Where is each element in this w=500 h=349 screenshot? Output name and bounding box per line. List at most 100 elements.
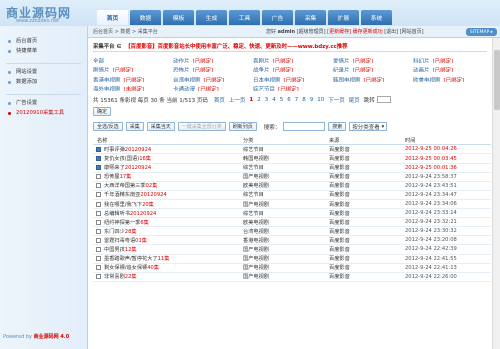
row-checkbox[interactable] [96,256,101,262]
category-item[interactable]: 喜剧片 [已绑定] [253,57,333,63]
row-title[interactable]: 大西洋帝国第三季 [104,183,146,189]
category-item[interactable]: 恐怖片 [已绑定] [173,66,253,72]
row-checkbox[interactable] [96,265,101,271]
table-row[interactable]: 中国男孩12集 国产电视剧 百度影音 2012-9-24 22:42:39 [93,244,491,255]
row-title[interactable]: 总编辑听书 [104,211,130,217]
sidebar-item[interactable]: 网站设置 [0,67,87,77]
row-title[interactable]: 纽约神探第一季 [104,220,140,226]
column-header[interactable]: 分类 [243,135,329,146]
column-header[interactable]: 时间 [405,135,491,146]
pager-page[interactable]: 9 [310,97,314,103]
row-title[interactable]: 中国男孩 [104,247,125,253]
sitemap-button[interactable]: SITEMAP ▸ [465,28,497,36]
table-row[interactable]: 我在哪里/我飞下20集 国产电视剧 百度影音 2012-9-24 23:34:06 [93,199,491,210]
pager-first[interactable]: 首页 [214,96,225,104]
category-item[interactable]: 欧美电视剧 [已绑定] [413,76,492,82]
pager-page[interactable]: 8 [302,97,306,103]
row-title[interactable]: 墨香踏歌声/暂停花大了 [104,256,158,262]
category-item[interactable]: 韩国电视剧 [已绑定] [333,76,413,82]
pager-jump-input[interactable] [376,96,391,104]
scrollbar[interactable] [492,38,500,349]
category-item[interactable]: 战争片 [已绑定] [253,66,333,72]
row-checkbox[interactable] [96,274,101,280]
nav-tab[interactable]: 采集 [295,10,326,25]
table-row[interactable]: 东门四少28集 台湾电视剧 百度影音 2012-9-24 23:30:32 [93,226,491,237]
pager-page[interactable]: 1 [249,97,253,103]
nav-tab[interactable]: 生成 [196,10,227,25]
category-item[interactable]: 卡通动漫 [已绑定] [173,85,253,91]
pager-page[interactable]: 4 [272,97,276,103]
collect-button[interactable]: 采集 [125,122,144,132]
nav-tab[interactable]: 首页 [97,10,128,25]
category-item[interactable]: 剧情片 [已绑定] [93,66,173,72]
pager-prev[interactable]: 上一页 [229,96,246,104]
row-checkbox[interactable] [96,156,101,162]
collect-all-button[interactable]: 一键采集全部分类 [177,122,226,132]
pager-next[interactable]: 下一页 [328,96,345,104]
table-row[interactable]: 千年酒精东南亚20120924 综艺节目 百度影音 2012-9-24 23:34:4… [93,190,491,200]
sidebar-item[interactable]: 后台首页 [0,36,87,46]
row-checkbox[interactable] [96,192,101,198]
title-notice[interactable]: 【百度影音】百度影音站长中使用丰富广泛、稳定、快速、更新及时——www.bdzy… [125,42,347,50]
category-select[interactable]: 按分类查看 ▾ [349,122,388,132]
column-header[interactable]: 来源 [329,135,405,146]
row-title[interactable]: 千年酒精东南亚 [104,192,140,198]
row-title[interactable]: 复仇女孩(国语) [104,156,139,162]
row-title[interactable]: 康熙来了 [104,165,125,171]
row-checkbox[interactable] [96,246,101,252]
select-all-button[interactable]: 全选/反选 [93,122,123,132]
sidebar-item[interactable]: 快捷菜单 [0,46,87,56]
row-title[interactable]: 非常喜剧 [104,274,125,280]
nav-tab[interactable]: 系统 [361,10,392,25]
cache-update-link[interactable]: [更新缓存] 缓存更新成功 [327,29,383,35]
row-checkbox[interactable] [96,219,101,225]
category-item[interactable]: 动作片 [已绑定] [173,57,253,63]
row-title[interactable]: 我在哪里/我飞下 [104,202,142,208]
scrollbar-thumb[interactable] [494,50,500,110]
pager-page[interactable]: 5 [280,97,284,103]
table-row[interactable]: 剩女保镖/追女保镖40集 国产电视剧 百度影音 2012-9-24 22:41:13 [93,263,491,273]
table-row[interactable]: 墨香踏歌声/暂停花大了11集 国产电视剧 百度影音 2012-9-24 22:41:5… [93,254,491,264]
confirm-button[interactable]: 确定 [93,106,112,116]
row-checkbox[interactable] [96,165,101,171]
refresh-button[interactable]: 刷新列页 [228,122,257,132]
category-item[interactable]: 综艺节目 [已绑定] [253,85,333,91]
category-item[interactable]: 台湾电视剧 [已绑定] [173,76,253,82]
collect-today-button[interactable]: 采集当天 [146,122,175,132]
powered-name[interactable]: 商业源码网 4.0 [34,334,70,340]
category-item[interactable]: 爱情片 [已绑定] [333,57,413,63]
table-row[interactable]: 雷霆扫毒粤语01集 香港电视剧 百度影音 2012-9-24 23:20:08 [93,235,491,246]
pager-page[interactable]: 10 [317,97,324,103]
row-checkbox[interactable] [96,228,101,234]
row-title[interactable]: 东门四少 [104,229,125,235]
search-input[interactable] [283,122,326,132]
row-checkbox[interactable] [96,201,101,207]
table-row[interactable]: 时事评弹20120924 综艺节目 百度影音 2012-9-25 00:04:26 [93,144,491,155]
row-checkbox[interactable] [96,146,101,152]
row-checkbox[interactable] [96,237,101,243]
pager-page[interactable]: 2 [257,97,261,103]
nav-tab[interactable]: 扩展 [328,10,359,25]
table-row[interactable]: 康熙来了20120924 综艺节目 百度影音 2012-9-25 00:01:36 [93,163,491,173]
row-title[interactable]: 剩女保镖/追女保镖 [104,265,147,271]
pager-page[interactable]: 6 [287,97,291,103]
column-header[interactable]: 名称 [93,135,243,146]
category-item[interactable]: 海外电视剧 [未绑定] [93,85,173,91]
table-row[interactable]: 总编辑听书20120924 综艺节目 百度影音 2012-9-24 23:33:14 [93,208,491,219]
nav-tab[interactable]: 广告 [262,10,293,25]
category-item[interactable]: 动画片 [已绑定] [413,66,492,72]
row-title[interactable]: 恐怖屋 [104,174,120,180]
table-row[interactable]: 恐怖屋17集 国产电视剧 百度影音 2012-9-24 23:58:37 [93,172,491,182]
pager-last[interactable]: 尾页 [349,96,360,104]
table-row[interactable]: 大西洋帝国第三季02集 欧美电视剧 百度影音 2012-9-24 23:43:51 [93,181,491,191]
row-title[interactable]: 时事评弹 [104,147,125,153]
table-row[interactable]: 复仇女孩(国语)16集 韩国电视剧 百度影音 2012-9-25 00:03:45 [93,153,491,164]
table-row[interactable]: 非常喜剧22集 国产电视剧 百度影音 2012-9-24 22:26:00 [93,272,491,282]
category-item[interactable]: 纪录片 [已绑定] [333,66,413,72]
row-title[interactable]: 雷霆扫毒粤语 [104,238,135,244]
sidebar-item[interactable]: 数据添加 [0,77,87,87]
nav-tab[interactable]: 工具 [229,10,260,25]
category-item[interactable]: 香港电视剧 [已绑定] [93,76,173,82]
category-item[interactable]: 日本电视剧 [已绑定] [253,76,333,82]
logout-home-links[interactable]: [退出] [网站首页] [384,29,423,35]
